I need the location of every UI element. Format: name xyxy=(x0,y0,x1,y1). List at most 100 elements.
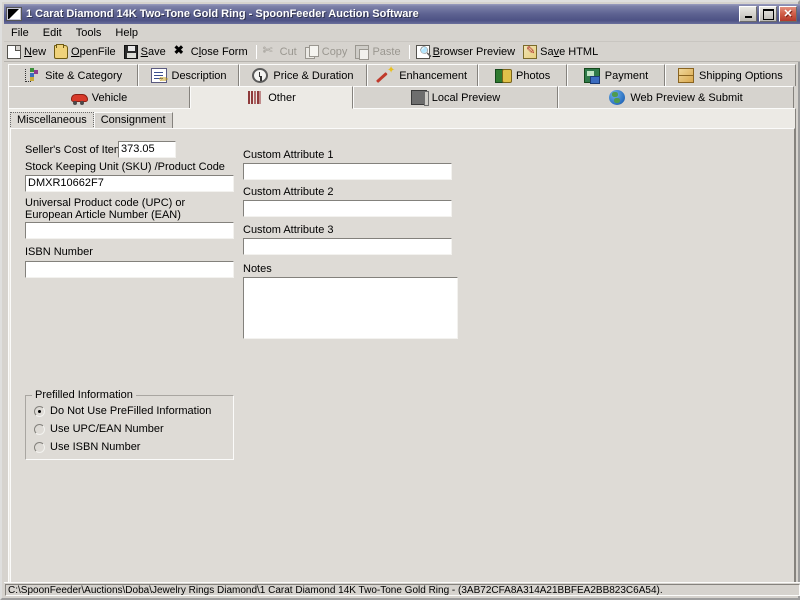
tab-label: Photos xyxy=(516,69,551,82)
maximize-icon xyxy=(760,7,776,21)
upc-ean-input[interactable] xyxy=(25,222,234,239)
tab-label: Enhancement xyxy=(399,69,468,82)
custom-attribute-2-input[interactable] xyxy=(243,200,452,217)
notes-label: Notes xyxy=(243,263,272,275)
save-html-button[interactable]: Save HTML xyxy=(520,43,603,61)
menu-item-help[interactable]: Help xyxy=(108,26,145,40)
menu-bar: File Edit Tools Help xyxy=(4,24,800,42)
toolbar: New OpenFile Save Close Form Cut Copy Pa… xyxy=(4,42,800,62)
tab-label: Web Preview & Submit xyxy=(630,91,743,104)
tab-shipping-options[interactable]: Shipping Options xyxy=(664,64,796,86)
toolbar-separator xyxy=(255,44,257,59)
tab-other[interactable]: Other xyxy=(190,86,353,109)
tab-site-and-category[interactable]: Site & Category xyxy=(8,64,139,86)
save-html-icon xyxy=(523,44,538,59)
paste-button[interactable]: Paste xyxy=(352,43,405,61)
sub-tab-consignment[interactable]: Consignment xyxy=(93,112,173,129)
tab-label: Local Preview xyxy=(431,91,501,104)
tab-row-1: Site & Category Description Price & Dura… xyxy=(8,64,796,86)
close-x-icon xyxy=(174,43,188,59)
package-box-icon xyxy=(677,68,694,83)
tab-page-other: Miscellaneous Consignment Seller's Cost … xyxy=(8,108,796,584)
app-pencil-icon xyxy=(6,7,22,21)
custom-attribute-3-input[interactable] xyxy=(243,238,452,255)
maximize-button[interactable] xyxy=(759,6,777,22)
tab-label: Shipping Options xyxy=(698,69,783,82)
radio-button-icon xyxy=(34,405,45,417)
sub-tab-label: Miscellaneous xyxy=(17,114,87,126)
radio-use-isbn[interactable]: Use ISBN Number xyxy=(34,441,140,453)
new-button[interactable]: New xyxy=(4,43,51,61)
isbn-input[interactable] xyxy=(25,261,234,278)
car-icon xyxy=(70,90,88,105)
sku-input[interactable]: DMXR10662F7 xyxy=(25,175,234,192)
custom-attribute-2-label: Custom Attribute 2 xyxy=(243,186,334,198)
tab-photos[interactable]: Photos xyxy=(478,64,568,86)
tab-label: Other xyxy=(268,91,296,104)
radio-button-icon xyxy=(34,441,45,453)
radio-use-upc-ean[interactable]: Use UPC/EAN Number xyxy=(34,423,164,435)
menu-item-tools[interactable]: Tools xyxy=(69,26,109,40)
window-title: 1 Carat Diamond 14K Two-Tone Gold Ring -… xyxy=(26,8,419,20)
globe-icon xyxy=(609,90,626,105)
radio-label: Use ISBN Number xyxy=(50,441,141,453)
sub-tab-page-miscellaneous: Seller's Cost of Item 373.05 Stock Keepi… xyxy=(10,128,795,583)
tab-enhancement[interactable]: Enhancement xyxy=(367,64,479,86)
tab-payment[interactable]: Payment xyxy=(567,64,665,86)
toolbar-separator xyxy=(408,44,410,59)
copy-button-label: Copy xyxy=(321,45,348,58)
sellers-cost-input[interactable]: 373.05 xyxy=(118,141,176,158)
open-folder-icon xyxy=(54,43,69,59)
scissors-icon xyxy=(263,43,277,59)
radio-do-not-use-prefilled[interactable]: Do Not Use PreFilled Information xyxy=(34,405,211,417)
tab-row-2: Vehicle Other Local Preview Web Preview … xyxy=(8,86,796,109)
minimize-button[interactable] xyxy=(739,6,757,22)
browser-preview-button[interactable]: Browser Preview xyxy=(413,43,521,61)
radio-label: Use UPC/EAN Number xyxy=(50,423,164,435)
custom-attribute-3-label: Custom Attribute 3 xyxy=(243,224,334,236)
status-path-text: C:\SpoonFeeder\Auctions\Doba\Jewelry Rin… xyxy=(5,583,800,596)
open-file-button[interactable]: OpenFile xyxy=(51,43,121,61)
copy-button[interactable]: Copy xyxy=(302,43,353,61)
tab-local-preview[interactable]: Local Preview xyxy=(353,86,558,108)
tab-web-preview-and-submit[interactable]: Web Preview & Submit xyxy=(558,86,794,108)
sku-label: Stock Keeping Unit (SKU) /Product Code xyxy=(25,161,225,173)
title-bar[interactable]: 1 Carat Diamond 14K Two-Tone Gold Ring -… xyxy=(4,4,800,24)
upc-ean-label: Universal Product code (UPC) or European… xyxy=(25,197,186,221)
close-form-button[interactable]: Close Form xyxy=(171,43,253,61)
application-window: 1 Carat Diamond 14K Two-Tone Gold Ring -… xyxy=(0,0,800,600)
barcode-icon xyxy=(247,90,263,105)
menu-item-file[interactable]: File xyxy=(4,26,36,40)
notes-textarea[interactable] xyxy=(243,277,458,339)
new-document-icon xyxy=(7,44,21,59)
magic-wand-icon xyxy=(378,65,395,83)
floppy-disk-icon xyxy=(123,44,138,59)
sellers-cost-label: Seller's Cost of Item xyxy=(25,144,124,156)
tab-vehicle[interactable]: Vehicle xyxy=(8,86,190,108)
cut-button[interactable]: Cut xyxy=(260,43,302,61)
tab-label: Vehicle xyxy=(91,91,128,104)
radio-button-icon xyxy=(34,423,45,435)
save-button[interactable]: Save xyxy=(121,43,171,61)
cut-button-label: Cut xyxy=(279,45,297,58)
prefilled-information-group: Prefilled Information Do Not Use PreFill… xyxy=(25,389,234,460)
menu-item-edit[interactable]: Edit xyxy=(36,26,69,40)
tab-label: Site & Category xyxy=(45,69,123,82)
tab-description[interactable]: Description xyxy=(138,64,239,86)
sitemap-icon xyxy=(24,68,40,83)
monitor-icon xyxy=(410,90,429,106)
status-bar: C:\SpoonFeeder\Auctions\Doba\Jewelry Rin… xyxy=(4,582,800,596)
minimize-icon xyxy=(740,7,756,21)
tab-label: Payment xyxy=(604,69,649,82)
close-button[interactable]: ✕ xyxy=(779,6,797,22)
tab-price-and-duration[interactable]: Price & Duration xyxy=(238,64,368,86)
browser-search-icon xyxy=(415,44,432,59)
custom-attribute-1-label: Custom Attribute 1 xyxy=(243,149,334,161)
custom-attribute-1-input[interactable] xyxy=(243,163,452,180)
sub-tab-miscellaneous[interactable]: Miscellaneous xyxy=(10,112,94,129)
clipboard-icon xyxy=(355,44,370,60)
close-icon: ✕ xyxy=(783,7,793,20)
main-tab-strip: Site & Category Description Price & Dura… xyxy=(8,64,796,109)
save-html-button-label: e HTML xyxy=(559,45,599,58)
paste-button-label: Paste xyxy=(372,45,401,58)
